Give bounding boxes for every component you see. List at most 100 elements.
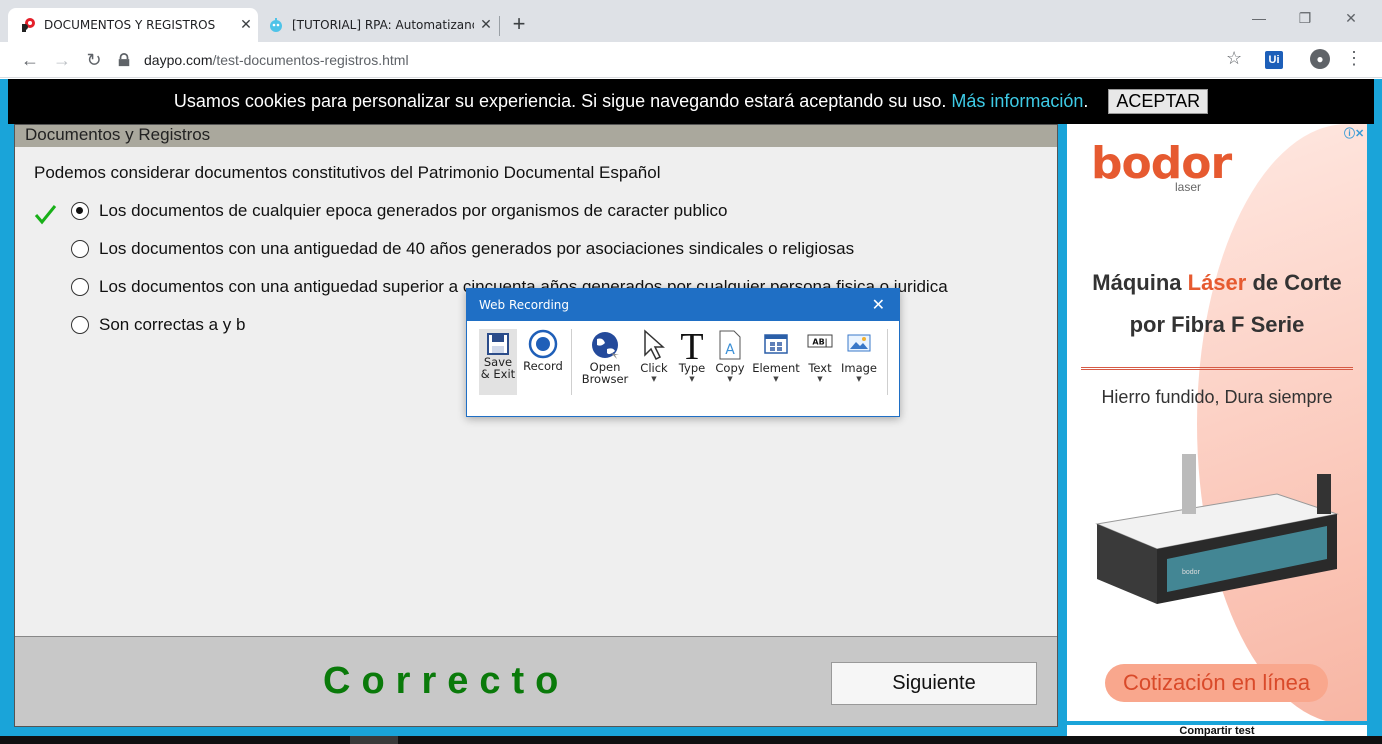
- text-button[interactable]: AB| Text ▼: [804, 329, 836, 383]
- option-label: Los documentos de cualquier epoca genera…: [99, 201, 728, 220]
- option-label: Son correctas a y b: [99, 315, 246, 334]
- radio-button[interactable]: [71, 240, 89, 258]
- open-browser-label: Open Browser: [581, 360, 629, 386]
- radio-button[interactable]: [71, 202, 89, 220]
- toolbar-separator: [571, 329, 572, 395]
- ad-choices-icon[interactable]: ⓘ✕: [1344, 125, 1364, 141]
- svg-text:A: A: [725, 342, 735, 358]
- robot-favicon-icon: [270, 18, 282, 32]
- reload-icon[interactable]: ↻: [82, 48, 106, 72]
- uipath-extension-icon[interactable]: Ui: [1265, 51, 1283, 69]
- dropdown-caret-icon[interactable]: ▼: [840, 375, 878, 383]
- tab-separator: [499, 16, 500, 36]
- ad-divider: [1081, 367, 1353, 370]
- quiz-footer: Correcto Siguiente: [15, 636, 1057, 726]
- ad-brand-sub: laser: [1175, 180, 1202, 194]
- image-label: Image: [840, 361, 878, 375]
- ad-headline-1: Máquina Láser de Corte: [1067, 270, 1367, 296]
- lock-icon: [118, 53, 130, 67]
- copy-label: Copy: [715, 361, 745, 375]
- record-label: Record: [523, 359, 563, 373]
- save-exit-button[interactable]: Save & Exit: [479, 329, 517, 395]
- next-button[interactable]: Siguiente: [831, 662, 1037, 705]
- answer-option-b[interactable]: Los documentos con una antiguedad de 40 …: [71, 239, 854, 259]
- dialog-close-icon[interactable]: ✕: [872, 289, 885, 321]
- ad-subtitle: Hierro fundido, Dura siempre: [1101, 387, 1333, 407]
- text-field-icon: AB|: [807, 334, 833, 348]
- element-grid-icon: [764, 334, 788, 354]
- new-tab-button[interactable]: +: [507, 12, 531, 36]
- save-label: Save & Exit: [480, 355, 516, 381]
- bookmark-star-icon[interactable]: ☆: [1226, 48, 1242, 69]
- restore-icon[interactable]: ❐: [1282, 10, 1328, 27]
- cookie-period: .: [1083, 91, 1089, 111]
- url-host: daypo.com: [144, 52, 213, 68]
- accept-cookies-button[interactable]: ACEPTAR: [1108, 89, 1209, 114]
- answer-option-a[interactable]: Los documentos de cualquier epoca genera…: [71, 201, 727, 221]
- dialog-titlebar: Web Recording ✕: [467, 289, 899, 321]
- tab-title: [TUTORIAL] RPA: Automatizando: [292, 18, 474, 32]
- dialog-title: Web Recording: [479, 298, 569, 312]
- copy-button[interactable]: A Copy ▼: [713, 329, 747, 383]
- radio-button[interactable]: [71, 316, 89, 334]
- laser-machine-image: bodor: [1095, 454, 1339, 604]
- type-label: Type: [678, 361, 706, 375]
- menu-icon[interactable]: ⋮: [1345, 48, 1363, 69]
- ad-headline-part: Máquina: [1092, 270, 1188, 295]
- ad-cta-button[interactable]: Cotización en línea: [1105, 664, 1328, 702]
- ad-background: [1197, 124, 1367, 721]
- tab-close-icon[interactable]: ✕: [234, 17, 258, 33]
- toolbar-separator: [887, 329, 888, 395]
- dropdown-caret-icon[interactable]: ▼: [676, 375, 708, 383]
- forward-icon[interactable]: →: [50, 48, 74, 72]
- image-button[interactable]: Image ▼: [840, 329, 878, 383]
- quiz-title: Documentos y Registros: [15, 125, 1057, 147]
- close-window-icon[interactable]: ✕: [1328, 10, 1374, 27]
- dropdown-caret-icon[interactable]: ▼: [752, 375, 800, 383]
- element-label: Element: [752, 361, 800, 375]
- profile-icon[interactable]: ●: [1310, 49, 1330, 69]
- copy-document-icon: A: [719, 330, 741, 360]
- tab-tutorial[interactable]: [TUTORIAL] RPA: Automatizando ✕: [258, 8, 498, 42]
- minimize-icon[interactable]: —: [1236, 10, 1282, 26]
- ad-brand-logo: bodor: [1091, 138, 1232, 189]
- dropdown-caret-icon[interactable]: ▼: [637, 375, 671, 383]
- type-t-icon: T: [680, 329, 703, 361]
- tab-title: DOCUMENTOS Y REGISTROS: [44, 18, 216, 32]
- answer-option-d[interactable]: Son correctas a y b: [71, 315, 245, 335]
- taskbar-item[interactable]: [350, 736, 398, 744]
- result-text: Correcto: [323, 660, 570, 702]
- web-recording-dialog: Web Recording ✕ Save & Exit Record Open …: [466, 288, 900, 417]
- click-button[interactable]: Click ▼: [637, 329, 671, 383]
- back-icon[interactable]: ←: [18, 48, 42, 72]
- element-button[interactable]: Element ▼: [752, 329, 800, 383]
- open-browser-button[interactable]: Open Browser: [579, 329, 631, 385]
- cursor-icon: [644, 329, 665, 361]
- url-field[interactable]: daypo.com/test-documentos-registros.html: [116, 46, 1256, 74]
- svg-text:T: T: [680, 329, 703, 361]
- type-button[interactable]: T Type ▼: [676, 329, 708, 383]
- question-text: Podemos considerar documentos constituti…: [34, 163, 661, 182]
- ad-headline-part: de Corte: [1246, 270, 1342, 295]
- machine-label: bodor: [1182, 569, 1201, 576]
- option-label: Los documentos con una antiguedad de 40 …: [99, 239, 855, 258]
- dropdown-caret-icon[interactable]: ▼: [804, 375, 836, 383]
- dropdown-caret-icon[interactable]: ▼: [713, 375, 747, 383]
- cookie-text: Usamos cookies para personalizar su expe…: [173, 91, 947, 111]
- address-bar: ← → ↻ daypo.com/test-documentos-registro…: [0, 42, 1382, 78]
- click-label: Click: [640, 361, 668, 375]
- daypo-favicon-icon: [22, 18, 35, 32]
- tab-close-icon[interactable]: ✕: [474, 17, 498, 33]
- more-info-link[interactable]: Más información: [951, 91, 1083, 112]
- correct-check-icon: [34, 205, 57, 225]
- advertisement[interactable]: ⓘ✕ bodor laser Máquina Láser de Corte po…: [1067, 124, 1367, 721]
- radio-button[interactable]: [71, 278, 89, 296]
- cookie-banner: Usamos cookies para personalizar su expe…: [8, 79, 1374, 124]
- tab-documentos[interactable]: DOCUMENTOS Y REGISTROS ✕: [8, 8, 258, 42]
- taskbar: [0, 736, 1382, 744]
- record-button[interactable]: Record: [522, 329, 564, 373]
- record-icon: [528, 329, 558, 359]
- url-path: /test-documentos-registros.html: [212, 52, 409, 68]
- globe-icon: [592, 332, 619, 359]
- text-label: Text: [808, 361, 832, 375]
